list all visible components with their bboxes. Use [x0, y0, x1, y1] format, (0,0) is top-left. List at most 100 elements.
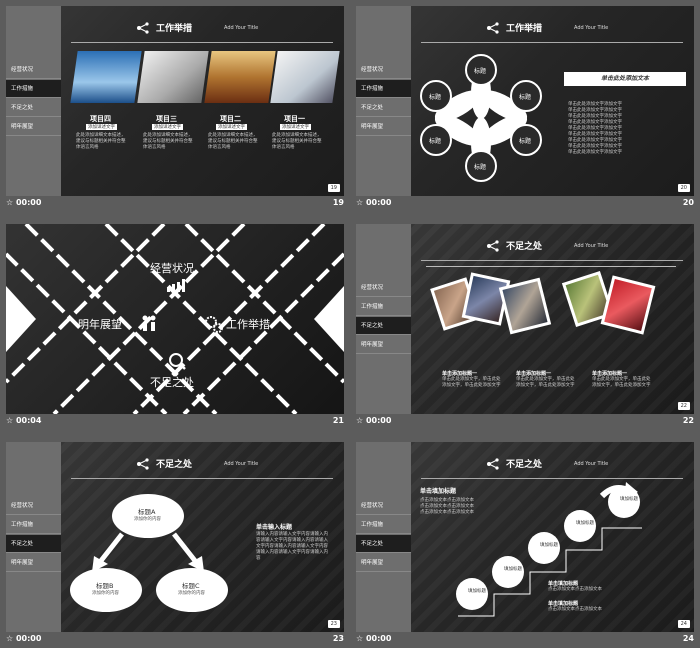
divider [421, 42, 683, 43]
sidebar-item[interactable]: 工作措施 [356, 516, 411, 534]
slide-23: 经营状况 工作措施 不足之处 明年展望 不足之处 Add Your Title … [6, 442, 344, 632]
page-title: 工作举措 [506, 24, 543, 34]
sidebar-item[interactable]: 明年展望 [356, 554, 411, 572]
photo-frame [600, 275, 656, 335]
share-icon [137, 22, 149, 34]
slide-number: 24 [682, 634, 694, 643]
transition-time: ☆ 00:00 [356, 198, 392, 207]
sidebar-item[interactable]: 经营状况 [356, 279, 411, 297]
menu-label[interactable]: 工作举措 [226, 316, 270, 332]
menu-label[interactable]: 明年展望 [78, 316, 122, 332]
divider [71, 42, 333, 43]
footer: ☆ 00:00 20 [356, 198, 694, 210]
page-subtitle: Add Your Title [574, 461, 609, 467]
sidebar-item[interactable]: 明年展望 [6, 118, 61, 136]
thumbnail-19[interactable]: 经营状况 工作措施 不足之处 明年展望 工作举措 Add Your Title … [0, 0, 344, 210]
step-label: 填加标题 [540, 543, 558, 548]
transition-time: ☆ 00:04 [6, 416, 42, 425]
step-label: 填加标题 [468, 589, 486, 594]
petal-label: 标题 [429, 138, 442, 145]
transition-time: ☆ 00:00 [6, 634, 42, 643]
caption-title: 单击添加标题一 [516, 371, 552, 377]
menu-label[interactable]: 经营状况 [150, 260, 194, 276]
sidebar-item[interactable]: 工作措施 [6, 516, 61, 534]
top-title: 单击填加标题 [420, 488, 457, 495]
caption-body: 单击此处添加文字，单击此处添加文字，单击此处添加文字 [442, 377, 501, 388]
node-body: 添加你的内容 [134, 517, 161, 522]
page-subtitle: Add Your Title [224, 461, 259, 467]
project-body: 此处添加详细文本描述，建议与标题相关并符合整体语言风格 [143, 133, 193, 150]
sidebar-item-active[interactable]: 工作措施 [6, 80, 61, 98]
transition-time: ☆ 00:00 [356, 634, 392, 643]
project-title: 项目二 [220, 115, 241, 123]
hanging-string [426, 266, 676, 267]
slide-19: 经营状况 工作措施 不足之处 明年展望 工作举措 Add Your Title … [6, 6, 344, 196]
project-tag: 添加详述文字 [216, 124, 247, 130]
photo-people [270, 51, 340, 103]
sidebar-item[interactable]: 明年展望 [356, 336, 411, 354]
project-title: 项目四 [90, 115, 111, 123]
slide-number: 19 [332, 198, 344, 207]
thumbnail-21[interactable]: 经营状况 明年展望 工作举措 不足之处 ☆ 00:04 21 [0, 218, 344, 428]
transition-time: ☆ 00:00 [356, 416, 392, 425]
page-title: 工作举措 [156, 24, 193, 34]
side-title: 单击输入标题 [256, 524, 293, 531]
slide-20: 经营状况 工作措施 不足之处 明年展望 工作举措 Add Your Title [356, 6, 694, 196]
thumbnail-22[interactable]: 经营状况 工作措施 不足之处 明年展望 不足之处 Add Your Title … [350, 218, 694, 428]
photo-ship [70, 51, 142, 103]
page-title: 不足之处 [506, 460, 543, 470]
footer: ☆ 00:00 24 [356, 634, 694, 646]
page-number: 19 [327, 184, 340, 192]
text-list: 单击此处添加文字添加文字 单击此处添加文字添加文字 单击此处添加文字添加文字 单… [568, 102, 686, 156]
sidebar-item[interactable]: 明年展望 [356, 118, 411, 136]
sidebar-item[interactable]: 经营状况 [356, 497, 411, 515]
page-number: 20 [677, 184, 690, 192]
slide-number: 22 [682, 416, 694, 425]
thumbnail-20[interactable]: 经营状况 工作措施 不足之处 明年展望 工作举措 Add Your Title [350, 0, 694, 210]
project-body: 此处添加详细文本描述，建议与标题相关并符合整体语言风格 [272, 133, 322, 150]
sidebar-item[interactable]: 经营状况 [6, 497, 61, 515]
footer: ☆ 00:00 22 [356, 416, 694, 428]
caption-body: 单击此处添加文字，单击此处添加文字，单击此处添加文字 [516, 377, 575, 388]
thumbnail-24[interactable]: 经营状况 工作措施 不足之处 明年展望 不足之处 Add Your Title … [350, 436, 694, 646]
page-number: 23 [327, 620, 340, 628]
step-label: 填加标题 [576, 521, 594, 526]
page-title: 不足之处 [156, 460, 193, 470]
sidebar-item-active[interactable]: 不足之处 [356, 317, 411, 335]
page-number: 22 [677, 402, 690, 410]
project-tag: 添加详述文字 [86, 124, 117, 130]
menu-label[interactable]: 不足之处 [150, 374, 194, 390]
mid-line: 点击添加文本点击添加文本 [548, 587, 602, 592]
footer: ☆ 00:00 19 [6, 198, 344, 210]
thumbnail-23[interactable]: 经营状况 工作措施 不足之处 明年展望 不足之处 Add Your Title … [0, 436, 344, 646]
node-body: 添加你的内容 [92, 591, 119, 596]
sidebar: 经营状况 工作措施 不足之处 明年展望 [356, 224, 411, 414]
chart-icon [167, 279, 185, 292]
slide-22: 经营状况 工作措施 不足之处 明年展望 不足之处 Add Your Title … [356, 224, 694, 414]
sidebar-item[interactable]: 不足之处 [356, 99, 411, 117]
petal-label: 标题 [429, 94, 442, 101]
project-title: 项目三 [156, 115, 177, 123]
sidebar-item-active[interactable]: 工作措施 [356, 80, 411, 98]
caption-body: 单击此处添加文字，单击此处添加文字，单击此处添加文字 [592, 377, 651, 388]
footer: ☆ 00:00 23 [6, 634, 344, 646]
list-item: 单击此处添加文字添加文字 [568, 150, 622, 155]
text-banner[interactable]: 单击此处添加文本 [564, 72, 686, 86]
magnifier-icon [169, 353, 186, 370]
page-subtitle: Add Your Title [574, 25, 609, 31]
sidebar-item[interactable]: 工作措施 [356, 298, 411, 316]
page-subtitle: Add Your Title [224, 25, 259, 31]
sidebar-item[interactable]: 不足之处 [6, 99, 61, 117]
slide-24: 经营状况 工作措施 不足之处 明年展望 不足之处 Add Your Title … [356, 442, 694, 632]
footer: ☆ 00:04 21 [6, 416, 344, 428]
gears-icon [205, 316, 223, 333]
sidebar-item-active[interactable]: 不足之处 [6, 535, 61, 553]
sidebar-item-active[interactable]: 不足之处 [356, 535, 411, 553]
sidebar-item[interactable]: 经营状况 [356, 61, 411, 79]
project-body: 此处添加详细文本描述，建议与标题相关并符合整体语言风格 [76, 133, 126, 150]
sidebar-item[interactable]: 明年展望 [6, 554, 61, 572]
people-icon [142, 315, 156, 331]
photo-frame [498, 277, 552, 335]
petal-label: 标题 [519, 138, 532, 145]
sidebar-item[interactable]: 经营状况 [6, 61, 61, 79]
